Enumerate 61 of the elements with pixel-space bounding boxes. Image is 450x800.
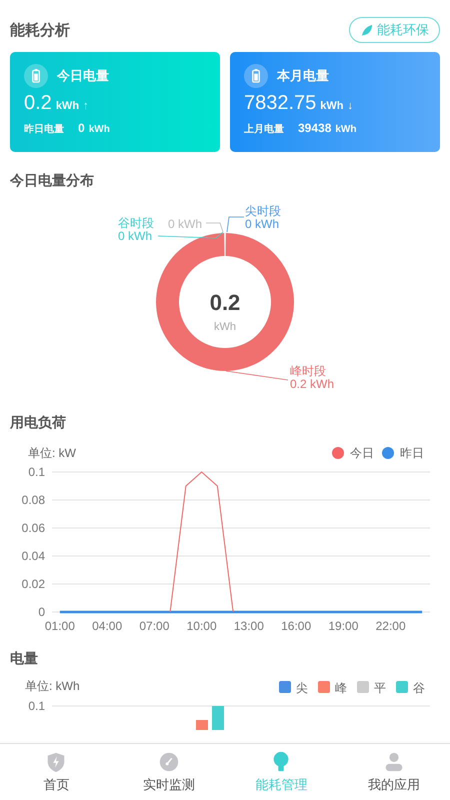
legend-label: 尖 — [296, 681, 308, 695]
segment-reading: 0 kWh — [245, 217, 280, 231]
compare-value: 0 — [78, 121, 85, 135]
battery-icon — [244, 64, 268, 88]
compare-label: 上月电量 — [244, 122, 284, 136]
energy-value: 7832.75 — [244, 92, 316, 115]
segment-label: 峰时段 — [290, 364, 326, 378]
leaf-icon — [360, 24, 373, 36]
axis-label: 01:00 — [44, 619, 75, 633]
section-title: 能耗分析 — [10, 20, 70, 40]
card-title: 本月电量 — [277, 67, 329, 85]
unit-label: kWh — [56, 100, 80, 112]
compare-value: 39438 — [298, 121, 332, 135]
compare-label: 昨日电量 — [24, 122, 64, 136]
unit-label: kWh — [88, 124, 110, 135]
unit-label: 单位: kW — [28, 446, 76, 460]
legend-label: 昨日 — [400, 446, 424, 460]
axis-label: 0.08 — [22, 493, 45, 507]
axis-label: 0.06 — [22, 521, 45, 535]
axis-label: 0.04 — [22, 549, 45, 563]
battery-icon — [24, 64, 48, 88]
total-value: 0.2 — [210, 290, 240, 315]
nav-tab[interactable]: 实时监测 — [112, 744, 225, 800]
axis-label: 0 — [38, 605, 45, 619]
legend-label: 平 — [374, 681, 386, 695]
segment-label: 尖时段 — [245, 204, 281, 218]
total-unit: kWh — [214, 321, 236, 333]
section-title: 今日电量分布 — [9, 171, 95, 190]
segment-reading: 0 kWh — [168, 217, 202, 231]
axis-label: 0.02 — [22, 577, 45, 591]
legend-label: 峰 — [335, 681, 347, 695]
trend-arrow: ↓ — [348, 100, 354, 112]
axis-label: 0.1 — [28, 465, 45, 479]
card-title: 今日电量 — [57, 67, 109, 85]
leader-line — [226, 370, 288, 380]
unit-label: kWh — [335, 124, 356, 135]
unit-label: kWh — [320, 100, 344, 112]
nav-tab[interactable]: 我的应用 — [338, 744, 450, 800]
legend-label: 今日 — [350, 446, 374, 460]
trend-arrow: ↑ — [83, 100, 89, 112]
section-title: 电量 — [9, 649, 39, 668]
segment-label: 谷时段 — [118, 216, 154, 230]
axis-label: 04:00 — [92, 619, 122, 633]
unit-label: 单位: kWh — [25, 679, 80, 693]
gauge-icon — [158, 750, 180, 772]
segment-reading: 0 kWh — [118, 229, 152, 243]
shield-icon — [45, 750, 68, 772]
bar-chart-drawing — [196, 706, 224, 730]
energy-value: 0.2 — [24, 92, 52, 115]
nav-tab[interactable]: 首页 — [0, 744, 112, 800]
axis-label: 0.1 — [28, 699, 45, 713]
axis-label: 22:00 — [376, 619, 406, 633]
axis-label: 07:00 — [139, 619, 170, 633]
axis-label: 19:00 — [328, 619, 358, 633]
axis-label: 10:00 — [186, 619, 217, 633]
section-title: 用电负荷 — [8, 413, 67, 432]
axis-label: 16:00 — [281, 619, 312, 633]
axis-label: 13:00 — [234, 619, 264, 633]
segment-reading: 0.2 kWh — [290, 377, 334, 391]
leader-line — [226, 216, 244, 232]
legend-label: 谷 — [413, 681, 425, 695]
